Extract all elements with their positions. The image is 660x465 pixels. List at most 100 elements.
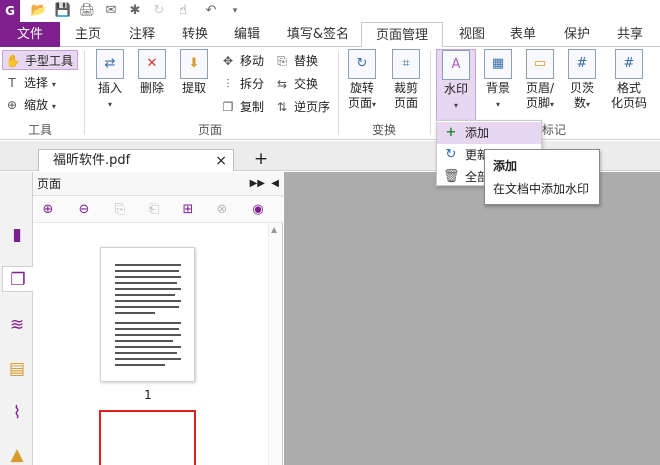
reverse-order-icon: ⇅: [276, 100, 288, 114]
crop-page-icon: ⌗: [392, 49, 420, 79]
reverse-order-button[interactable]: ⇅ 逆页序: [272, 97, 334, 117]
bates-label-1: 贝茨: [569, 81, 594, 95]
watermark-label: 水印: [443, 82, 468, 96]
tab-form[interactable]: 表单: [501, 22, 545, 47]
selected-page-thumbnail[interactable]: [99, 410, 196, 465]
new-tab-button[interactable]: +: [252, 149, 270, 169]
document-canvas[interactable]: [284, 172, 660, 465]
tab-share[interactable]: 共享: [608, 22, 652, 47]
email-icon[interactable]: ✉: [102, 2, 120, 20]
tab-file[interactable]: 文件: [0, 22, 60, 47]
zoom-tool-button[interactable]: ⊕ 缩放 ▾: [2, 95, 78, 115]
split-page-icon: ⫶: [226, 77, 230, 91]
header-label-1: 页眉/: [525, 81, 555, 95]
format-page-number-icon: #: [615, 49, 643, 79]
chevron-down-icon: ▾: [453, 101, 458, 110]
extract-page-button[interactable]: ⬇ 提取: [176, 49, 212, 96]
bates-label-2: 数: [573, 96, 586, 110]
hand-tool-button[interactable]: ✋ 手型工具: [2, 50, 78, 70]
app-logo-icon: G: [0, 0, 20, 22]
header-footer-button[interactable]: ▭ 页眉/页脚▾: [520, 49, 560, 112]
watermark-button[interactable]: A 水印 ▾: [436, 49, 476, 121]
shrink-thumbnail-icon[interactable]: ⊖: [75, 201, 93, 219]
refresh-icon: ↻: [445, 147, 457, 162]
open-icon[interactable]: 📂: [30, 2, 48, 20]
security-lock-icon[interactable]: ▲: [5, 442, 29, 465]
copy-label: 复制: [240, 100, 265, 114]
enlarge-thumbnail-icon[interactable]: ⊕: [39, 201, 57, 219]
swap-label: 交换: [294, 77, 319, 91]
split-page-button[interactable]: ⫶ 拆分: [218, 74, 270, 94]
group-divider: [84, 51, 85, 135]
bookmark-icon[interactable]: ▮: [5, 222, 29, 248]
delete-page-icon: ✕: [138, 49, 166, 79]
bates-number-button[interactable]: # 贝茨 数▾: [564, 49, 600, 112]
copy-page-icon: ❐: [222, 100, 234, 114]
delete-page-button[interactable]: ✕ 删除: [134, 49, 170, 96]
delete-page-icon[interactable]: ⊗: [213, 201, 231, 219]
panel-scrollbar[interactable]: ▲: [268, 223, 282, 465]
pages-icon[interactable]: ❐: [2, 266, 33, 292]
watermark-icon: A: [442, 50, 470, 80]
layers-icon[interactable]: ≋: [5, 312, 29, 338]
chevron-down-icon: ▾: [107, 100, 112, 109]
group-divider: [430, 51, 431, 135]
bates-number-icon: #: [568, 49, 596, 79]
insert-page-button[interactable]: ⇄ 插入 ▾: [92, 49, 128, 112]
insert-blank-icon[interactable]: ⊞: [179, 201, 197, 219]
hand-dropdown-icon[interactable]: ☝: [174, 2, 192, 20]
hand-tool-label: 手型工具: [25, 54, 74, 68]
delete-label: 删除: [139, 81, 164, 95]
customize-arrow-icon[interactable]: ▾: [226, 2, 244, 20]
redo-disabled-icon: ↻: [153, 3, 165, 18]
crop-page-button[interactable]: ⌗ 裁剪 页面: [388, 49, 424, 111]
undo-icon[interactable]: ↶: [202, 2, 220, 20]
menu-item-add[interactable]: + 添加: [437, 122, 541, 144]
new-pdf-icon[interactable]: ✱: [126, 2, 144, 20]
swap-page-button[interactable]: ⇆ 交换: [272, 74, 334, 94]
tab-page-management[interactable]: 页面管理: [361, 22, 443, 48]
format-label-1: 格式: [616, 81, 641, 95]
extract-page-icon[interactable]: ⎗: [145, 201, 163, 219]
tools-group-label: 工具: [27, 123, 52, 137]
move-page-button[interactable]: ✥ 移动: [218, 51, 270, 71]
replace-page-button[interactable]: ⎘ 替换: [272, 51, 334, 71]
pages-panel-title: 页面: [37, 177, 62, 191]
save-icon[interactable]: 💾: [54, 2, 72, 20]
tab-fill-sign[interactable]: 填写&签名: [280, 22, 356, 47]
chevron-down-icon: ▾: [586, 100, 591, 109]
format-page-number-button[interactable]: # 格式 化页码: [606, 49, 652, 111]
hand-icon: ✋: [5, 54, 21, 68]
copy-page-button[interactable]: ❐ 复制: [218, 97, 270, 117]
tab-convert[interactable]: 转换: [173, 22, 217, 47]
move-page-icon: ✥: [222, 54, 234, 68]
rotate-label-1: 旋转: [349, 81, 374, 95]
scroll-up-icon[interactable]: ▲: [271, 225, 277, 234]
page-properties-icon[interactable]: ◉: [249, 201, 267, 219]
tab-edit[interactable]: 编辑: [225, 22, 269, 47]
text-select-icon: T: [8, 76, 16, 90]
comments-icon[interactable]: ▤: [5, 356, 29, 382]
insert-page-icon[interactable]: ⎘: [111, 201, 129, 219]
page-thumbnail[interactable]: [100, 247, 195, 382]
close-tab-icon[interactable]: ×: [215, 150, 227, 172]
tab-protect[interactable]: 保护: [555, 22, 599, 47]
tab-home[interactable]: 主页: [66, 22, 110, 47]
collapse-panel-icon[interactable]: ◀: [271, 172, 279, 196]
expand-panel-icon[interactable]: ▶▶: [250, 172, 265, 196]
format-label-2: 化页码: [610, 96, 647, 110]
rotate-label-2: 页面: [347, 96, 372, 110]
select-tool-button[interactable]: T 选择 ▾: [2, 73, 78, 93]
tab-view[interactable]: 视图: [450, 22, 494, 47]
background-button[interactable]: ▦ 背景 ▾: [480, 49, 516, 112]
tab-comment[interactable]: 注释: [120, 22, 164, 47]
rotate-page-button[interactable]: ↻ 旋转 页面▾: [344, 49, 380, 112]
navigation-rail: ▮ ❐ ≋ ▤ ⌇ ▲: [0, 172, 33, 465]
crop-label-2: 页面: [393, 96, 418, 110]
print-icon[interactable]: 🖨: [78, 2, 96, 20]
transform-group-label: 变换: [371, 123, 396, 137]
attachment-icon[interactable]: ⌇: [5, 400, 29, 426]
chevron-down-icon: ▾: [51, 102, 56, 111]
document-tab[interactable]: 福昕软件.pdf ×: [38, 149, 234, 171]
chevron-down-icon: ▾: [51, 80, 56, 89]
